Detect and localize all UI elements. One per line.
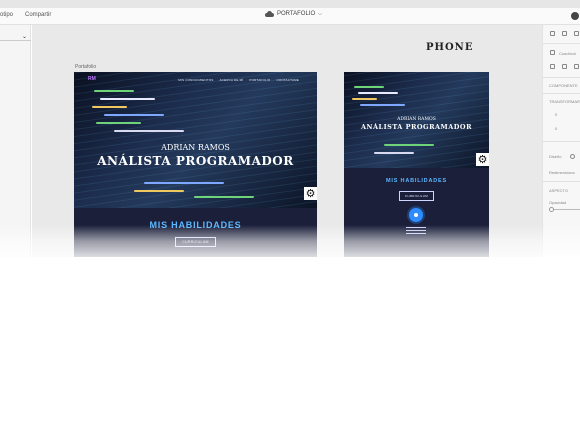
width-value[interactable]: 0 (555, 112, 557, 117)
copy-icon[interactable] (550, 64, 555, 69)
hero-name: ADRIAN RAMOS (161, 143, 230, 152)
opacity-slider-handle[interactable] (549, 207, 554, 212)
appearance-heading: ASPECTO (549, 188, 569, 193)
distribute-icon[interactable] (562, 31, 567, 36)
code-line (144, 182, 224, 184)
left-panel-dropdown[interactable]: ⌄ (0, 31, 31, 41)
divider (543, 77, 580, 78)
hero-title: ANÁLISTA PROGRAMADOR (360, 123, 472, 131)
hero-title: ANÁLISTA PROGRAMADOR (97, 154, 294, 168)
code-line (352, 98, 377, 100)
hero-name: ADRIAN RAMOS (397, 117, 436, 122)
opacity-label: Opacidad (549, 200, 567, 205)
code-line (354, 86, 384, 88)
code-line (360, 104, 405, 106)
property-inspector: Cuadrícul COMPONENTE TRANSFORMAR 0 0 Dis… (542, 25, 580, 257)
code-line (194, 196, 254, 198)
window-top-strip (0, 0, 580, 8)
bottom-fade-overlay (0, 225, 580, 265)
transform-heading: TRANSFORMAR (549, 99, 580, 104)
grid-icon[interactable] (550, 50, 555, 55)
divider (543, 141, 580, 142)
divider (543, 181, 580, 182)
left-panel: ⌄ (0, 25, 31, 257)
curriculum-button[interactable]: CURRICULUM (398, 191, 435, 201)
gear-icon[interactable]: ⚙ (476, 153, 489, 166)
skill-indicator-icon (409, 208, 423, 222)
hero-image: ADRIAN RAMOS ANÁLISTA PROGRAMADOR (344, 72, 489, 168)
duplicate-icon[interactable] (574, 64, 579, 69)
nav-link[interactable]: ACERCA DE MÍ (219, 78, 243, 82)
site-logo: RM (88, 76, 96, 82)
chevron-down-icon: ⌄ (21, 34, 27, 40)
chevron-down-icon: ⌵ (318, 11, 322, 17)
skills-section: MIS HABILIDADES CURRICULUM (344, 178, 489, 202)
code-line (96, 122, 141, 124)
code-line (114, 130, 184, 132)
component-heading: COMPONENTE (549, 83, 578, 88)
code-line (92, 106, 127, 108)
site-nav: MIS CONOCIMIENTOS ACERCA DE MÍ PORTAFOLI… (178, 78, 299, 82)
menu-bar: otipo Compartir PORTAFOLIO ⌵ (0, 8, 580, 25)
info-icon[interactable] (570, 154, 575, 159)
nav-link[interactable]: PORTAFOLIO (249, 78, 270, 82)
user-icon[interactable] (571, 12, 579, 20)
menu-item-compartir[interactable]: Compartir (25, 12, 51, 18)
hero-image: RM MIS CONOCIMIENTOS ACERCA DE MÍ PORTAF… (74, 72, 317, 208)
code-line (384, 144, 434, 146)
nav-link[interactable]: CONTACTAME (276, 78, 299, 82)
desktop-artboard-label[interactable]: Portafolio (75, 64, 96, 70)
align-icon[interactable] (550, 31, 555, 36)
grid-option-label[interactable]: Cuadrícul (559, 51, 576, 56)
resize-option[interactable]: Redimensiona (549, 170, 575, 175)
gear-icon[interactable]: ⚙ (304, 187, 317, 200)
code-line (134, 190, 184, 192)
code-line (100, 98, 155, 100)
code-line (104, 114, 164, 116)
divider (543, 93, 580, 94)
design-canvas[interactable]: PHONE Portafolio RM MIS CONOCIMIENTOS AC… (32, 25, 542, 257)
phone-artboard-title: PHONE (426, 42, 474, 53)
code-line (374, 152, 414, 154)
code-line (358, 92, 398, 94)
text-align-icon[interactable] (574, 31, 579, 36)
nav-link[interactable]: MIS CONOCIMIENTOS (178, 78, 213, 82)
menu-item-prototipo[interactable]: otipo (0, 12, 13, 18)
skills-title: MIS HABILIDADES (386, 178, 447, 184)
divider (543, 43, 580, 44)
code-line (94, 90, 134, 92)
paste-icon[interactable] (562, 64, 567, 69)
cloud-icon (265, 11, 274, 17)
layout-heading: Diseño (549, 154, 562, 159)
document-title-dropdown[interactable]: PORTAFOLIO ⌵ (265, 11, 322, 17)
document-title: PORTAFOLIO (277, 11, 316, 17)
height-value[interactable]: 0 (555, 126, 557, 131)
